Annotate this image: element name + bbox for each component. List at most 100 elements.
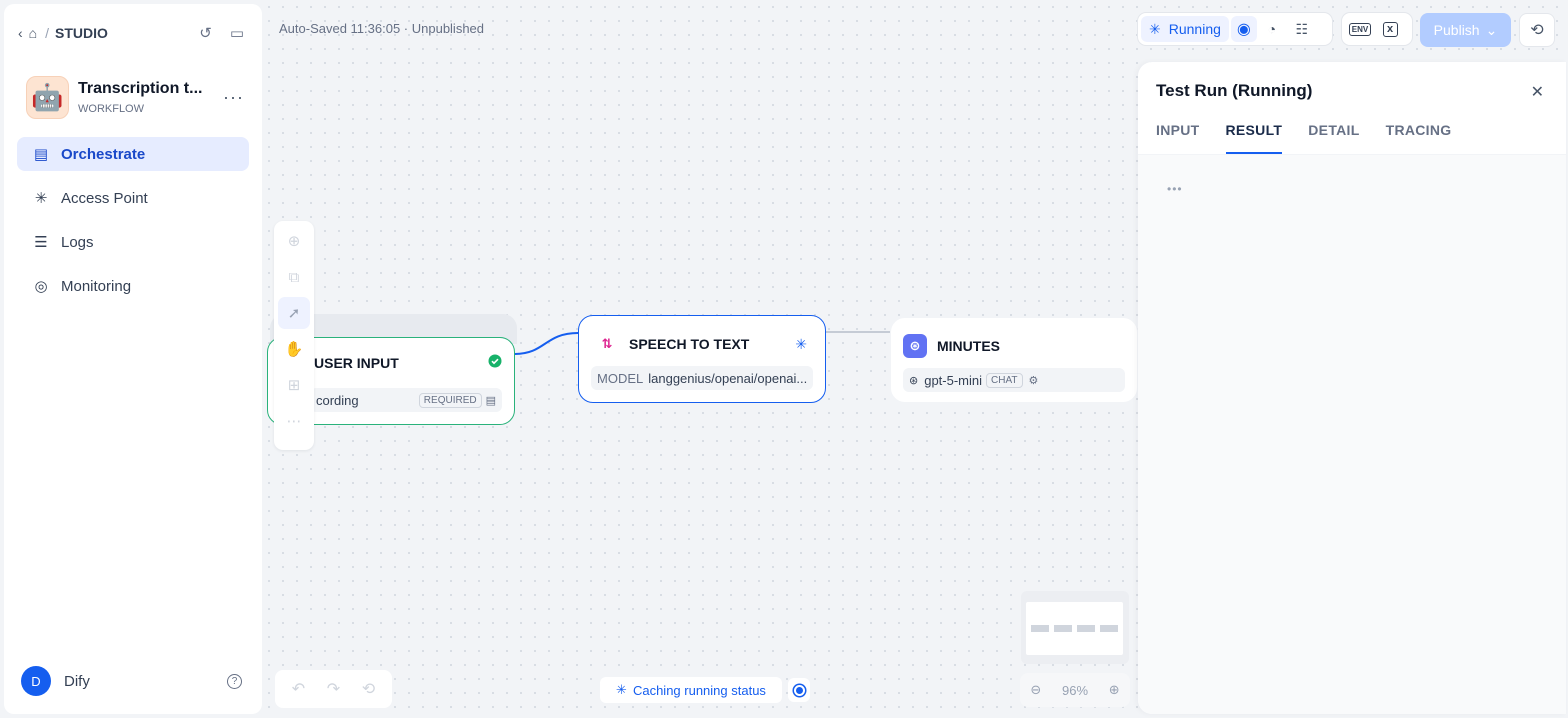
version-history-icon[interactable]: ⟲ — [1519, 13, 1555, 47]
node-title: MINUTES — [937, 338, 1000, 354]
stop-run-icon[interactable]: ◉ — [1230, 16, 1257, 42]
checklist-icon[interactable]: ☷ — [1287, 16, 1317, 42]
stop-icon — [793, 684, 805, 696]
success-check-icon — [488, 354, 502, 371]
canvas-toolbar: ⊕ ⧉ ➚ ✋ ⊞ ⋯ — [274, 221, 314, 450]
autosave-status: Auto-Saved 11:36:05 · Unpublished — [279, 21, 485, 36]
access-point-icon: ✳ — [34, 190, 48, 207]
tab-tracing[interactable]: TRACING — [1386, 122, 1452, 154]
app-type: WORKFLOW — [78, 102, 144, 115]
monitoring-icon: ◎ — [34, 278, 48, 295]
model-name: gpt-5-mini — [924, 372, 983, 388]
required-badge: REQUIRED — [418, 392, 482, 408]
minimap[interactable] — [1021, 591, 1129, 664]
env-variables-button[interactable]: ENV — [1345, 16, 1375, 42]
home-icon[interactable]: ⌂ — [29, 25, 37, 41]
refresh-icon[interactable]: ↺ — [199, 24, 212, 42]
minimap-node — [1100, 625, 1118, 632]
sidebar-item-monitoring[interactable]: ◎ Monitoring — [17, 269, 249, 303]
sidebar-item-label: Logs — [61, 233, 94, 251]
input-field-name: cording — [316, 392, 359, 408]
variable-icon: x — [1382, 21, 1398, 37]
running-button[interactable]: ✳ Running — [1141, 16, 1229, 42]
document-icon: ▤ — [485, 394, 496, 407]
spinner-icon: ✳ — [1149, 20, 1161, 37]
sidebar-item-label: Orchestrate — [61, 145, 146, 163]
speech-to-text-icon: ⇅ — [601, 336, 613, 351]
running-label: Running — [1168, 21, 1221, 37]
add-note-icon[interactable]: ⧉ — [278, 261, 310, 293]
cache-status: ✳ Caching running status — [600, 677, 782, 703]
publish-label: Publish — [1433, 22, 1480, 38]
redo-icon[interactable]: ↷ — [327, 679, 340, 699]
help-icon[interactable]: ? — [227, 673, 242, 689]
loading-indicator: ••• — [1167, 182, 1183, 196]
conversation-variables-button[interactable]: x — [1375, 16, 1405, 42]
stop-cache-button[interactable] — [788, 678, 810, 702]
node-minutes[interactable]: ⊛ MINUTES ⊛ gpt-5-mini CHAT ⚙ — [890, 317, 1138, 403]
more-options-icon[interactable]: ··· — [223, 87, 244, 108]
app-name: Transcription t... — [78, 79, 203, 97]
sidebar-nav: ▤ Orchestrate ✳ Access Point ☰ Logs ◎ Mo… — [17, 137, 249, 313]
undo-icon[interactable]: ↶ — [292, 679, 305, 699]
minimap-node — [1031, 625, 1049, 632]
spinner-icon: ✳ — [616, 682, 627, 697]
variable-controls: ENV x — [1341, 12, 1413, 46]
publish-button[interactable]: Publish ⌄ — [1420, 13, 1511, 47]
minimap-node — [1054, 625, 1072, 632]
tab-input[interactable]: INPUT — [1156, 122, 1200, 154]
hand-icon[interactable]: ✋ — [278, 333, 310, 365]
user-name: Dify — [64, 672, 90, 690]
history-icon[interactable]: ⟲ — [362, 679, 375, 699]
test-run-panel: Test Run (Running) ✕ INPUT RESULT DETAIL… — [1138, 62, 1566, 714]
sidebar-item-label: Monitoring — [61, 277, 132, 295]
orchestrate-icon: ▤ — [33, 146, 49, 163]
run-controls: ✳ Running ◉ ◔ ☷ — [1137, 12, 1333, 46]
chevron-down-icon: ⌄ — [1485, 21, 1498, 38]
add-node-icon[interactable]: ⊕ — [278, 225, 310, 257]
sidebar-item-access-point[interactable]: ✳ Access Point — [17, 181, 249, 215]
app-card[interactable]: 🤖 Transcription t... WORKFLOW ··· — [26, 73, 244, 121]
cache-status-label: Caching running status — [632, 682, 766, 698]
sidebar-item-orchestrate[interactable]: ▤ Orchestrate — [17, 137, 249, 171]
pointer-icon[interactable]: ➚ — [278, 297, 310, 329]
run-history-icon[interactable]: ◔ — [1257, 16, 1287, 42]
model-settings-icon: ⚙ — [1028, 374, 1039, 387]
spinner-icon: ✳ — [795, 335, 807, 352]
sidebar-item-logs[interactable]: ☰ Logs — [17, 225, 249, 259]
breadcrumb-separator: / — [45, 25, 50, 41]
node-title: SPEECH TO TEXT — [629, 336, 750, 352]
result-content: ••• — [1138, 155, 1566, 714]
tab-result[interactable]: RESULT — [1225, 122, 1283, 154]
more-tools-icon[interactable]: ⋯ — [278, 405, 310, 437]
sidebar-item-label: Access Point — [61, 189, 148, 207]
node-title: USER INPUT — [314, 354, 399, 371]
panel-title: Test Run (Running) — [1156, 81, 1313, 100]
model-label: MODEL — [597, 370, 644, 386]
panel-tabs: INPUT RESULT DETAIL TRACING — [1156, 122, 1451, 154]
llm-icon: ⊛ — [903, 334, 927, 358]
robot-icon: 🤖 — [26, 75, 69, 119]
openai-icon: ⊛ — [909, 374, 919, 387]
user-account[interactable]: D Dify ? — [21, 666, 242, 696]
chat-badge: CHAT — [986, 372, 1023, 388]
breadcrumb: ‹ ⌂ / STUDIO ↺ ▭ — [18, 22, 244, 44]
tab-detail[interactable]: DETAIL — [1308, 122, 1359, 154]
sidebar-toggle-icon[interactable]: ▭ — [230, 24, 244, 42]
zoom-level[interactable]: 96% — [1062, 683, 1088, 698]
back-chevron-icon[interactable]: ‹ — [18, 25, 23, 41]
close-icon[interactable]: ✕ — [1531, 82, 1544, 102]
minimap-node — [1077, 625, 1095, 632]
env-icon: ENV — [1348, 22, 1372, 36]
model-value: langgenius/openai/openai... — [648, 370, 808, 386]
zoom-out-icon[interactable]: ⊖ — [1030, 682, 1041, 698]
node-speech-to-text[interactable]: ⇅ SPEECH TO TEXT ✳ MODEL langgenius/open… — [578, 315, 826, 403]
zoom-controls: ⊖ 96% ⊕ — [1020, 673, 1130, 707]
sidebar: ‹ ⌂ / STUDIO ↺ ▭ 🤖 Transcription t... WO… — [4, 4, 262, 714]
minimap-viewport — [1026, 602, 1123, 655]
studio-link[interactable]: STUDIO — [55, 25, 108, 41]
zoom-in-icon[interactable]: ⊕ — [1109, 682, 1120, 698]
avatar: D — [21, 666, 51, 696]
organize-blocks-icon[interactable]: ⊞ — [278, 369, 310, 401]
undo-redo-controls: ↶ ↷ ⟲ — [275, 670, 392, 708]
